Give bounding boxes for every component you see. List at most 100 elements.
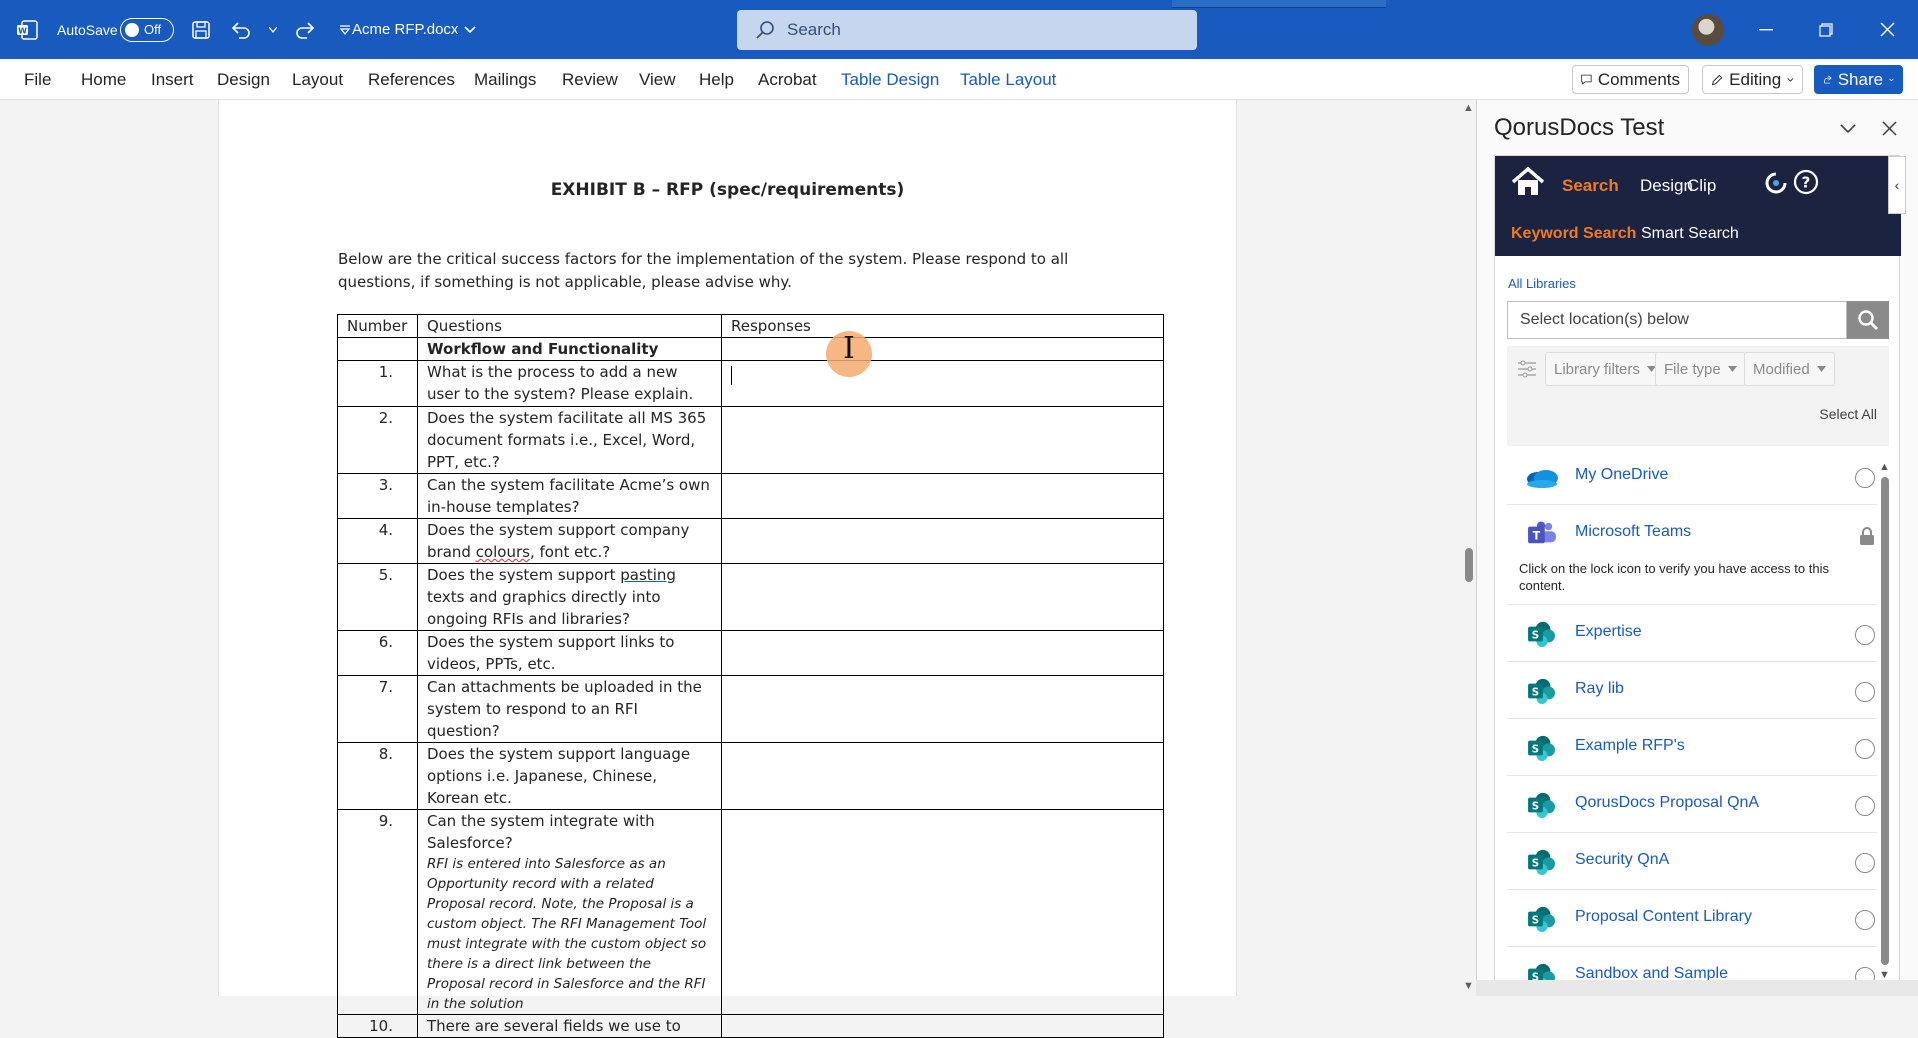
tab-design[interactable]: Design bbox=[217, 59, 270, 100]
redo-icon[interactable] bbox=[292, 17, 318, 43]
list-item[interactable]: S Security QnA bbox=[1507, 833, 1877, 890]
save-icon[interactable] bbox=[188, 17, 214, 43]
autosave-toggle[interactable]: Off bbox=[120, 0, 174, 59]
restore-button[interactable] bbox=[1797, 0, 1855, 59]
document-canvas: EXHIBIT B – RFP (spec/requirements) Belo… bbox=[0, 100, 1462, 1038]
qorusdocs-panel: Search Design Clip ? Keyword Search Smar… bbox=[1494, 155, 1906, 996]
tab-smart-search[interactable]: Smart Search bbox=[1641, 225, 1739, 243]
comments-button[interactable]: Comments bbox=[1572, 65, 1689, 94]
tab-help[interactable]: Help bbox=[699, 59, 734, 100]
response-cell[interactable] bbox=[721, 1014, 1164, 1038]
list-item[interactable]: S Proposal Content Library bbox=[1507, 890, 1877, 947]
lock-icon[interactable] bbox=[1859, 527, 1875, 545]
list-item[interactable]: S Example RFP's bbox=[1507, 719, 1877, 776]
list-item[interactable]: S Ray lib bbox=[1507, 662, 1877, 719]
rfp-table: Number Questions Responses Workflow and … bbox=[337, 314, 1164, 1038]
add-in-pane: QorusDocs Test Search Design Clip ? Keyw… bbox=[1476, 100, 1918, 996]
cell-number: 6. bbox=[337, 630, 418, 676]
tab-mailings[interactable]: Mailings bbox=[474, 59, 536, 100]
document-scrollbar[interactable]: ▲ ▼ bbox=[1462, 100, 1476, 996]
select-all-link[interactable]: Select All bbox=[1819, 406, 1877, 422]
teams-icon: T bbox=[1528, 521, 1556, 544]
tab-home[interactable]: Home bbox=[81, 59, 126, 100]
location-input[interactable]: Select location(s) below bbox=[1507, 301, 1847, 339]
tab-clip[interactable]: Clip bbox=[1687, 176, 1716, 196]
spelling-flag[interactable]: colours bbox=[476, 543, 530, 561]
tab-keyword-search[interactable]: Keyword Search bbox=[1511, 225, 1636, 243]
scroll-up-icon[interactable]: ▲ bbox=[1879, 461, 1890, 473]
tab-layout[interactable]: Layout bbox=[292, 59, 343, 100]
tab-references[interactable]: References bbox=[368, 59, 455, 100]
response-cell[interactable] bbox=[721, 360, 1164, 407]
share-button[interactable]: Share bbox=[1814, 65, 1903, 94]
response-cell[interactable] bbox=[721, 473, 1164, 519]
table-row: 6. Does the system support links to vide… bbox=[337, 630, 1164, 676]
user-avatar[interactable] bbox=[1692, 14, 1724, 46]
close-pane-icon[interactable] bbox=[1882, 121, 1897, 136]
home-icon[interactable] bbox=[1510, 166, 1546, 198]
svg-text:S: S bbox=[1532, 859, 1539, 870]
search-submit-button[interactable] bbox=[1847, 301, 1889, 339]
tab-file[interactable]: File bbox=[24, 59, 51, 100]
caret-down-icon bbox=[1816, 366, 1826, 372]
tab-design-qd[interactable]: Design bbox=[1640, 176, 1693, 196]
word-app-icon[interactable]: W bbox=[12, 0, 42, 59]
scrollbar-thumb[interactable] bbox=[1881, 477, 1889, 965]
minimize-button[interactable] bbox=[1737, 0, 1795, 59]
library-radio[interactable] bbox=[1855, 682, 1875, 702]
undo-dropdown-icon[interactable] bbox=[268, 17, 278, 43]
tab-insert[interactable]: Insert bbox=[151, 59, 194, 100]
scroll-up-icon[interactable]: ▲ bbox=[1463, 102, 1474, 114]
list-item[interactable]: S QorusDocs Proposal QnA bbox=[1507, 776, 1877, 833]
file-type-dropdown[interactable]: File type bbox=[1655, 352, 1746, 386]
all-libraries-link[interactable]: All Libraries bbox=[1508, 276, 1576, 291]
tab-table-design[interactable]: Table Design bbox=[841, 59, 939, 100]
pane-options-chevron-icon[interactable] bbox=[1840, 124, 1856, 134]
tab-acrobat[interactable]: Acrobat bbox=[758, 59, 817, 100]
response-cell[interactable] bbox=[721, 337, 1164, 361]
list-item[interactable]: T Microsoft Teams Click on the lock icon… bbox=[1507, 505, 1877, 605]
response-cell[interactable] bbox=[721, 630, 1164, 676]
scrollbar-thumb[interactable] bbox=[1465, 548, 1473, 582]
library-radio[interactable] bbox=[1855, 468, 1875, 488]
library-radio[interactable] bbox=[1855, 910, 1875, 930]
response-cell[interactable] bbox=[721, 518, 1164, 564]
list-item[interactable]: S Expertise bbox=[1507, 605, 1877, 662]
response-cell[interactable] bbox=[721, 742, 1164, 810]
response-cell[interactable] bbox=[721, 675, 1164, 743]
library-list-scrollbar[interactable]: ▲ ▼ bbox=[1879, 461, 1891, 981]
tab-table-layout[interactable]: Table Layout bbox=[960, 59, 1056, 100]
question-text: texts and graphics directly into ongoing… bbox=[427, 588, 661, 628]
list-item[interactable]: My OneDrive bbox=[1507, 448, 1877, 505]
collapse-panel-button[interactable]: ‹ bbox=[1888, 156, 1906, 214]
grammar-flag[interactable]: pasting bbox=[620, 566, 676, 584]
pencil-icon bbox=[1711, 74, 1723, 85]
response-cell[interactable] bbox=[721, 809, 1164, 1015]
library-radio[interactable] bbox=[1855, 625, 1875, 645]
editing-mode-button[interactable]: Editing bbox=[1702, 65, 1803, 94]
document-page[interactable]: EXHIBIT B – RFP (spec/requirements) Belo… bbox=[218, 100, 1237, 1038]
tab-search[interactable]: Search bbox=[1562, 176, 1619, 196]
document-title[interactable]: Acme RFP.docx bbox=[352, 0, 477, 59]
close-window-button[interactable] bbox=[1858, 0, 1916, 59]
search-box[interactable]: Search bbox=[737, 10, 1197, 50]
modified-dropdown[interactable]: Modified bbox=[1744, 352, 1835, 386]
list-item[interactable]: S Sandbox and Sample bbox=[1507, 947, 1877, 982]
table-row: 10. There are several fields we use to bbox=[337, 1014, 1164, 1038]
library-filters-dropdown[interactable]: Library filters bbox=[1545, 352, 1665, 386]
help-icon[interactable]: ? bbox=[1793, 169, 1819, 195]
response-cell[interactable] bbox=[721, 406, 1164, 474]
library-radio[interactable] bbox=[1855, 853, 1875, 873]
tab-view[interactable]: View bbox=[639, 59, 676, 100]
refresh-icon[interactable] bbox=[1764, 171, 1788, 195]
tab-review[interactable]: Review bbox=[562, 59, 618, 100]
filter-settings-icon[interactable] bbox=[1517, 360, 1537, 378]
chevron-down-icon bbox=[1787, 77, 1794, 82]
svg-text:S: S bbox=[1532, 745, 1539, 756]
library-radio[interactable] bbox=[1855, 796, 1875, 816]
library-radio[interactable] bbox=[1855, 739, 1875, 759]
undo-icon[interactable] bbox=[228, 17, 254, 43]
cell-question: Does the system support pasting texts an… bbox=[417, 563, 722, 631]
scroll-down-icon[interactable]: ▼ bbox=[1463, 980, 1474, 992]
response-cell[interactable] bbox=[721, 563, 1164, 631]
